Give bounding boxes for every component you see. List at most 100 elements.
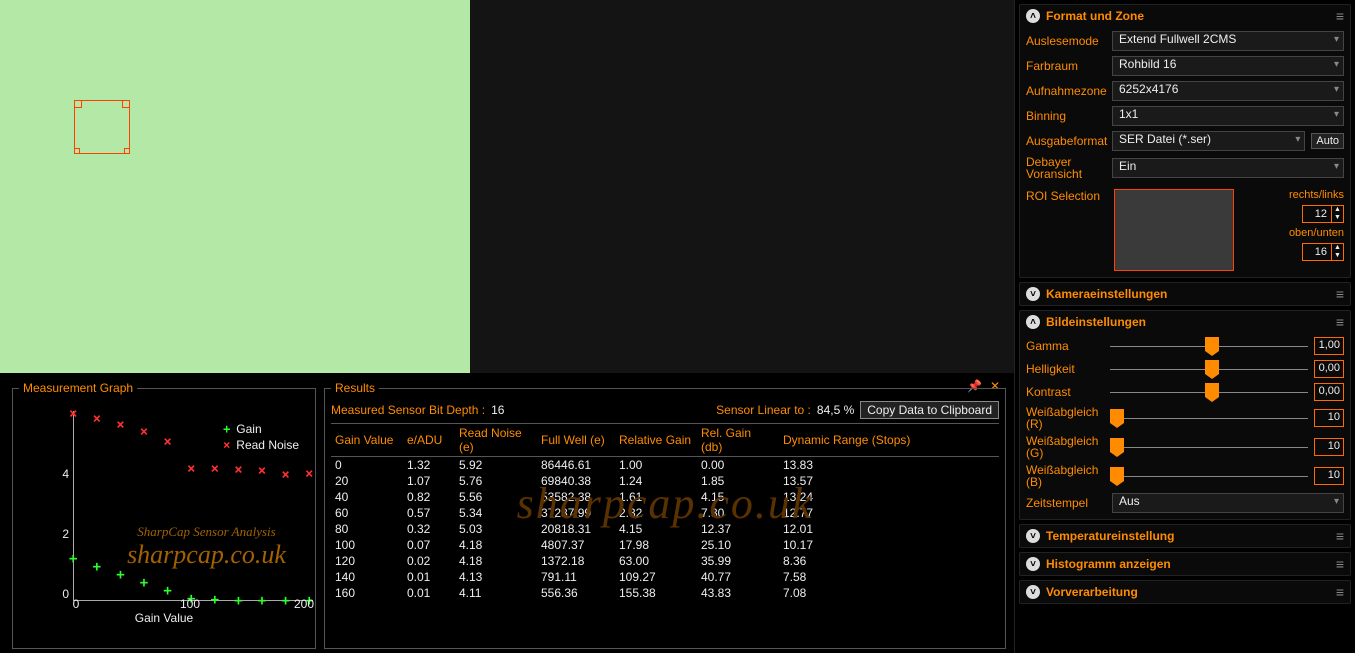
slider-wb-r[interactable] xyxy=(1110,411,1308,425)
table-row[interactable]: 201.075.7669840.381.241.8513.57 xyxy=(331,473,999,489)
select-farbraum[interactable]: Rohbild 16 xyxy=(1112,56,1344,76)
col-header[interactable]: Relative Gain xyxy=(615,424,697,457)
roi-overlay[interactable] xyxy=(74,100,130,154)
cell: 420.94 xyxy=(537,601,615,603)
table-row[interactable]: 800.325.0320818.314.1512.3712.01 xyxy=(331,521,999,537)
cell: 1.00 xyxy=(615,457,697,474)
cell: 10.17 xyxy=(779,537,999,553)
cell: 0.01 xyxy=(403,601,455,603)
slider-wb-g[interactable] xyxy=(1110,440,1308,454)
section-header-format[interactable]: ˄ Format und Zone ≡ xyxy=(1020,5,1350,27)
preview-dark-area xyxy=(470,0,1014,373)
cell: 86446.61 xyxy=(537,457,615,474)
noise-point: × xyxy=(211,461,219,477)
cell: 80 xyxy=(331,521,403,537)
cell: 53582.38 xyxy=(537,489,615,505)
menu-icon[interactable]: ≡ xyxy=(1336,286,1344,302)
cell: 13.24 xyxy=(779,489,999,505)
cell: 3.99 xyxy=(455,601,537,603)
value-kontrast[interactable]: 0,00 xyxy=(1314,383,1344,401)
cell: 35.99 xyxy=(697,553,779,569)
noise-point: × xyxy=(258,463,266,479)
spinner-roi-y[interactable]: 16▲▼ xyxy=(1302,243,1344,261)
copy-button[interactable]: Copy Data to Clipboard xyxy=(860,401,999,419)
table-row[interactable]: 1800.013.99420.94205.3746.256.72 xyxy=(331,601,999,603)
section-format: ˄ Format und Zone ≡ AuslesemodeExtend Fu… xyxy=(1019,4,1351,278)
slider-kontrast[interactable] xyxy=(1110,385,1308,399)
cell: 46.25 xyxy=(697,601,779,603)
auto-button[interactable]: Auto xyxy=(1311,133,1344,149)
value-wb-b[interactable]: 10 xyxy=(1314,467,1344,485)
select-debayer[interactable]: Ein xyxy=(1112,158,1344,178)
legend-gain: Gain xyxy=(236,421,261,437)
slider-helligkeit[interactable] xyxy=(1110,362,1308,376)
col-header[interactable]: e/ADU xyxy=(403,424,455,457)
label-helligkeit: Helligkeit xyxy=(1026,363,1104,375)
section-header-kamera[interactable]: ˅ Kameraeinstellungen ≡ xyxy=(1020,283,1350,305)
xtick: 200 xyxy=(289,597,319,611)
table-row[interactable]: 600.575.3437287.992.327.3012.77 xyxy=(331,505,999,521)
spinner-roi-x[interactable]: 12▲▼ xyxy=(1302,205,1344,223)
col-header[interactable]: Read Noise (e) xyxy=(455,424,537,457)
table-row[interactable]: 1600.014.11556.36155.3843.837.08 xyxy=(331,585,999,601)
chevron-down-icon: ˅ xyxy=(1026,557,1040,571)
slider-gamma[interactable] xyxy=(1110,339,1308,353)
plot-area: +Gain ×Read Noise SharpCap Sensor Analys… xyxy=(73,411,309,601)
cell: 12.77 xyxy=(779,505,999,521)
select-zeitstempel[interactable]: Aus xyxy=(1112,493,1344,513)
section-temp: ˅Temperatureinstellung≡ xyxy=(1019,524,1351,548)
section-header-bild[interactable]: ˄ Bildeinstellungen ≡ xyxy=(1020,311,1350,333)
section-title: Format und Zone xyxy=(1046,9,1144,23)
section-title: Vorverarbeitung xyxy=(1046,585,1138,599)
section-header-temp[interactable]: ˅Temperatureinstellung≡ xyxy=(1020,525,1350,547)
menu-icon[interactable]: ≡ xyxy=(1336,556,1344,572)
menu-icon[interactable]: ≡ xyxy=(1336,8,1344,24)
menu-icon[interactable]: ≡ xyxy=(1336,314,1344,330)
table-row[interactable]: 1200.024.181372.1863.0035.998.36 xyxy=(331,553,999,569)
gain-point: + xyxy=(93,559,101,575)
cell: 0.82 xyxy=(403,489,455,505)
chevron-down-icon: ˅ xyxy=(1026,585,1040,599)
col-header[interactable]: Rel. Gain (db) xyxy=(697,424,779,457)
cell: 4807.37 xyxy=(537,537,615,553)
cell: 43.83 xyxy=(697,585,779,601)
menu-icon[interactable]: ≡ xyxy=(1336,584,1344,600)
table-row[interactable]: 01.325.9286446.611.000.0013.83 xyxy=(331,457,999,474)
ytick: 4 xyxy=(57,467,69,481)
value-gamma[interactable]: 1,00 xyxy=(1314,337,1344,355)
preview-area xyxy=(0,0,1014,373)
value-wb-r[interactable]: 10 xyxy=(1314,409,1344,427)
table-row[interactable]: 400.825.5653582.381.614.1513.24 xyxy=(331,489,999,505)
select-aufnahmezone[interactable]: 6252x4176 xyxy=(1112,81,1344,101)
slider-wb-b[interactable] xyxy=(1110,469,1308,483)
cell: 1.32 xyxy=(403,457,455,474)
col-header[interactable]: Full Well (e) xyxy=(537,424,615,457)
select-binning[interactable]: 1x1 xyxy=(1112,106,1344,126)
table-row[interactable]: 1400.014.13791.11109.2740.777.58 xyxy=(331,569,999,585)
cell: 7.08 xyxy=(779,585,999,601)
label-aufnahmezone: Aufnahmezone xyxy=(1026,85,1106,97)
noise-point: × xyxy=(163,434,171,450)
cell: 13.83 xyxy=(779,457,999,474)
noise-point: × xyxy=(281,467,289,483)
noise-point: × xyxy=(305,466,313,482)
cell: 40.77 xyxy=(697,569,779,585)
select-ausgabe[interactable]: SER Datei (*.ser) xyxy=(1112,131,1305,151)
value-wb-g[interactable]: 10 xyxy=(1314,438,1344,456)
noise-point: × xyxy=(93,411,101,427)
gain-point: + xyxy=(211,592,219,608)
cell: 37287.99 xyxy=(537,505,615,521)
cell: 155.38 xyxy=(615,585,697,601)
table-row[interactable]: 1000.074.184807.3717.9825.1010.17 xyxy=(331,537,999,553)
col-header[interactable]: Dynamic Range (Stops) xyxy=(779,424,999,457)
preview-image[interactable] xyxy=(0,0,470,373)
section-header-histo[interactable]: ˅Histogramm anzeigen≡ xyxy=(1020,553,1350,575)
section-header-vor[interactable]: ˅ Vorverarbeitung ≡ xyxy=(1020,581,1350,603)
roi-thumbnail[interactable] xyxy=(1114,189,1234,271)
value-helligkeit[interactable]: 0,00 xyxy=(1314,360,1344,378)
gain-point: + xyxy=(140,575,148,591)
menu-icon[interactable]: ≡ xyxy=(1336,528,1344,544)
col-header[interactable]: Gain Value xyxy=(331,424,403,457)
select-auslesemode[interactable]: Extend Fullwell 2CMS xyxy=(1112,31,1344,51)
cell: 0.00 xyxy=(697,457,779,474)
